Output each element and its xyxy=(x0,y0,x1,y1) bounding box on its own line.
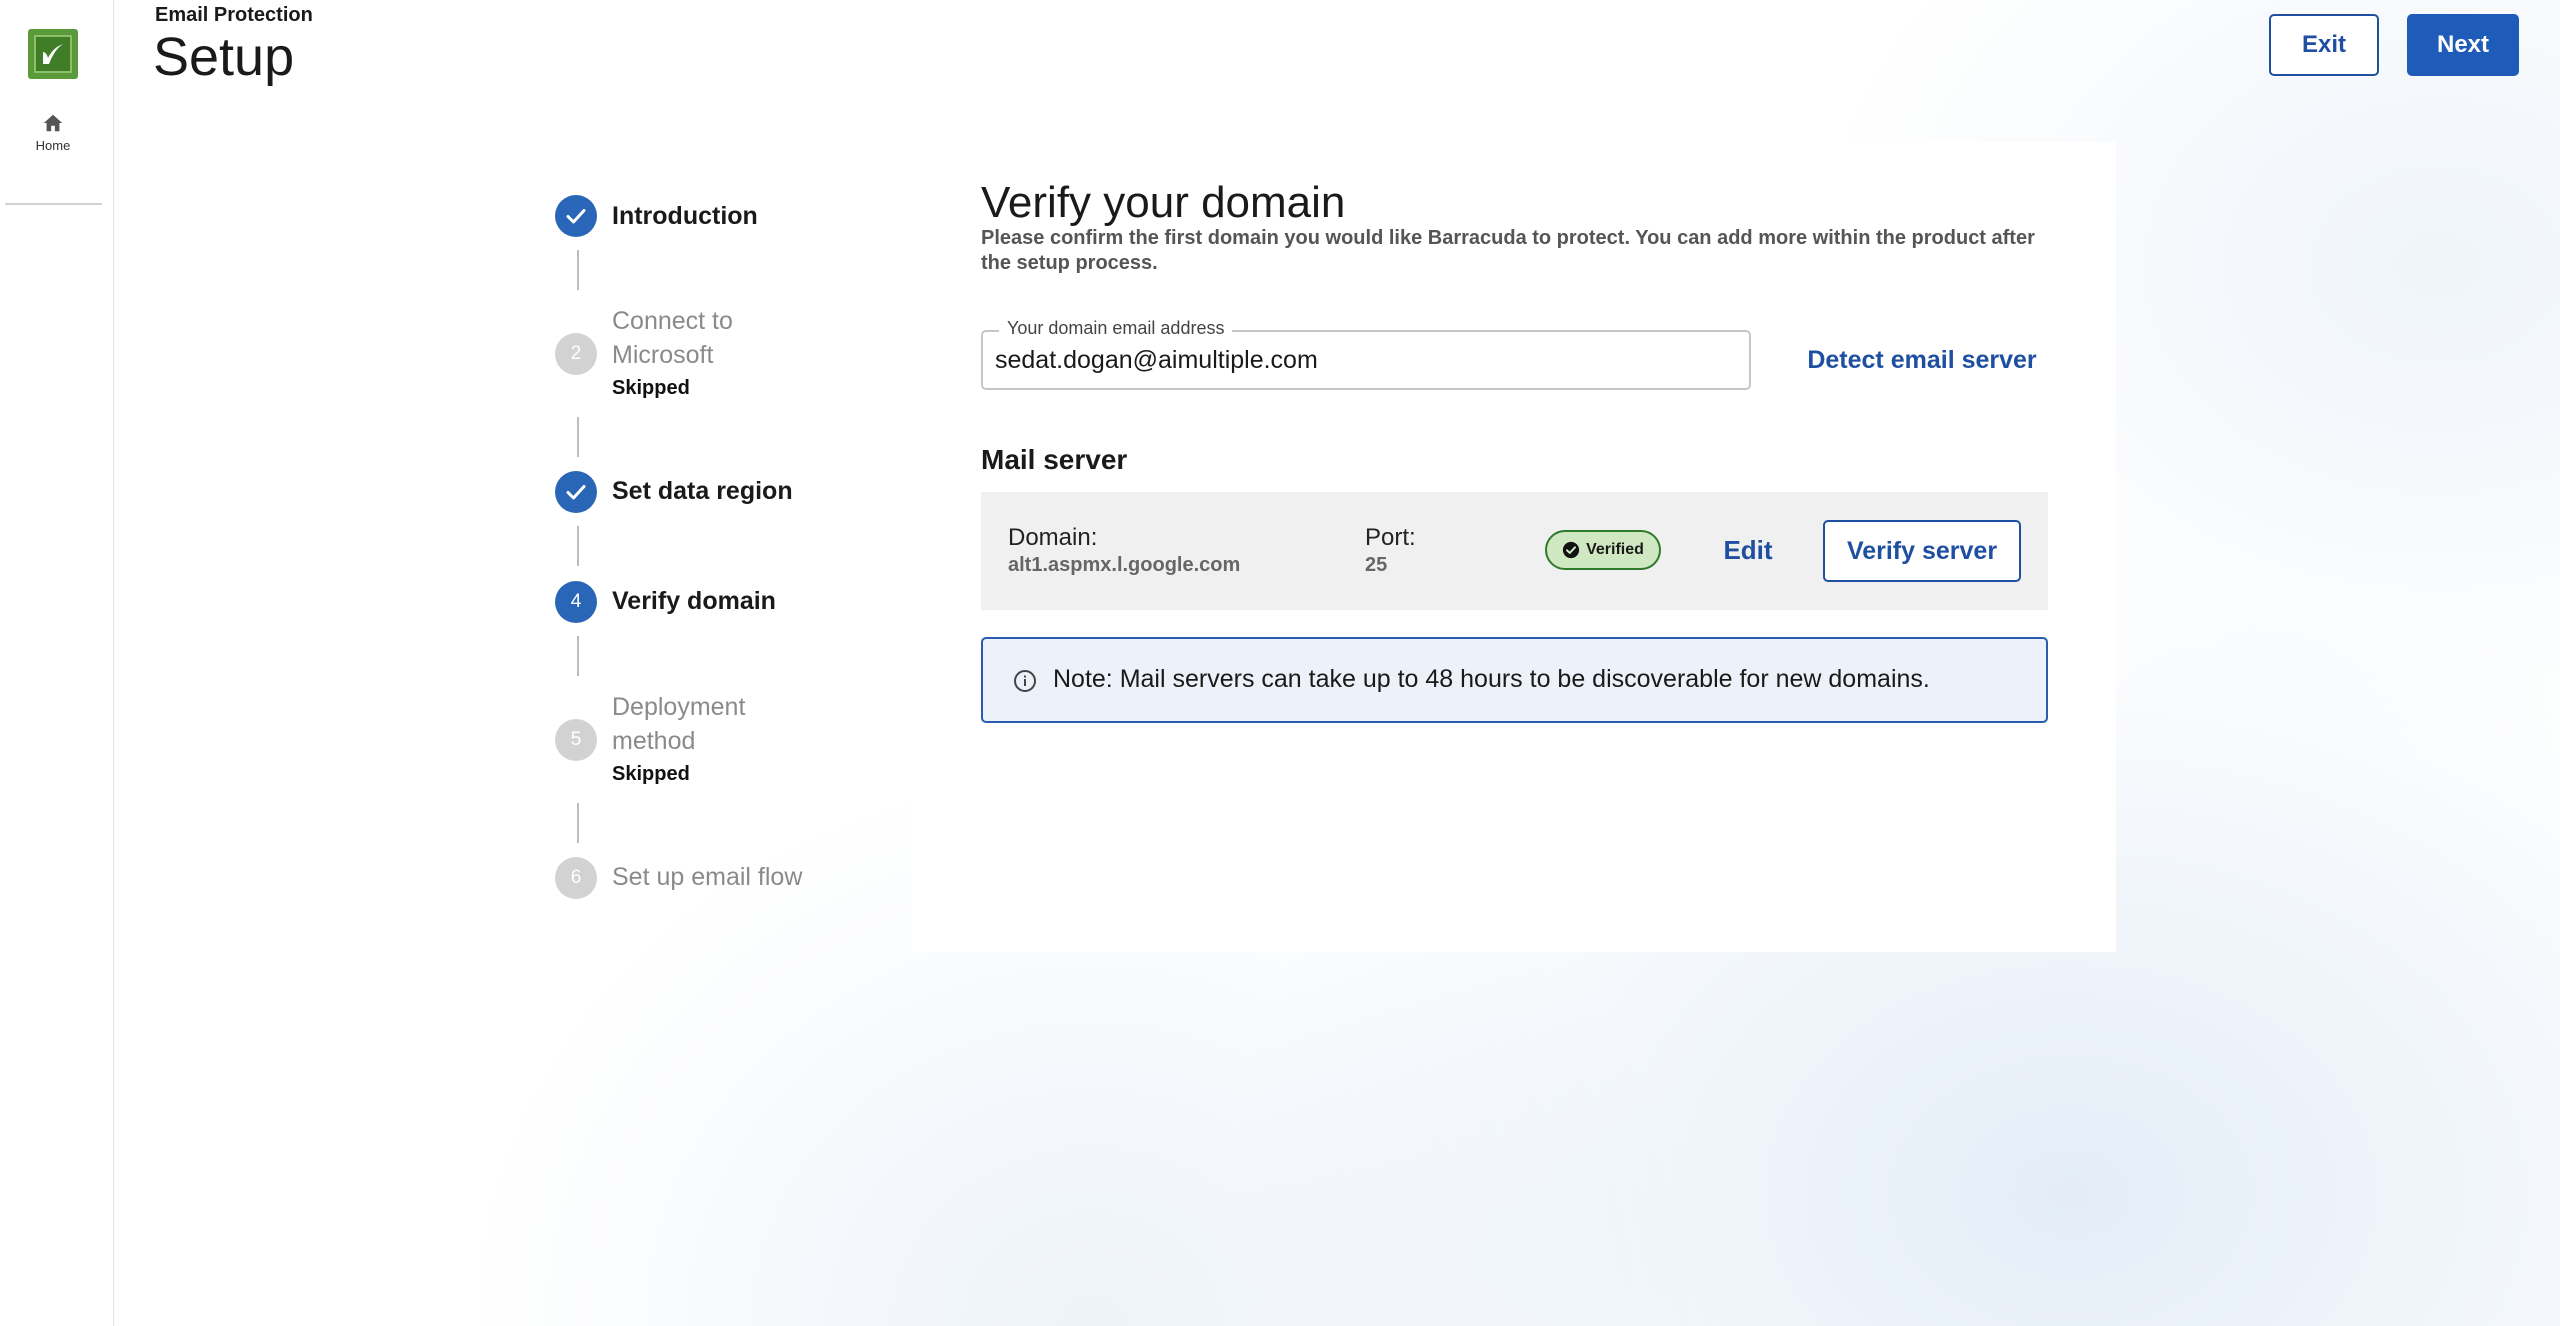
card-description: Please confirm the first domain you woul… xyxy=(981,227,2035,274)
step-connector xyxy=(577,250,579,290)
step-5-status: Skipped xyxy=(612,763,690,785)
sidebar-divider xyxy=(5,203,102,205)
step-5-label-line2: method xyxy=(612,727,696,755)
domain-value: alt1.aspmx.l.google.com xyxy=(1008,554,1241,576)
step-6-number: 6 xyxy=(555,857,597,899)
exit-button[interactable]: Exit xyxy=(2269,14,2379,76)
mail-server-row: Domain: alt1.aspmx.l.google.com Port: 25… xyxy=(981,492,2048,610)
step-4-label: Verify domain xyxy=(612,587,776,615)
sidebar: Home xyxy=(0,0,114,1326)
home-icon xyxy=(43,114,63,132)
step-5-number: 5 xyxy=(555,719,597,761)
check-circle-icon xyxy=(1562,541,1580,559)
note-banner: Note: Mail servers can take up to 48 hou… xyxy=(981,637,2048,723)
step-6-label: Set up email flow xyxy=(612,863,803,891)
step-2-status: Skipped xyxy=(612,377,690,399)
sidebar-item-home[interactable]: Home xyxy=(10,112,96,153)
note-text: Note: Mail servers can take up to 48 hou… xyxy=(1053,665,1930,693)
step-5-label-line1: Deployment xyxy=(612,693,746,721)
app-subtitle: Email Protection xyxy=(155,4,313,26)
step-1-check-icon xyxy=(555,195,597,237)
verify-domain-card: Verify your domain Please confirm the fi… xyxy=(912,142,2116,952)
detect-email-server-button[interactable]: Detect email server xyxy=(1787,330,2057,390)
sidebar-item-label: Home xyxy=(35,138,71,153)
verified-badge-label: Verified xyxy=(1586,541,1644,558)
step-connector xyxy=(577,636,579,676)
step-1-label: Introduction xyxy=(612,202,758,230)
setup-stepper: Introduction 2 Connect to Microsoft Skip… xyxy=(555,190,875,910)
step-connector xyxy=(577,526,579,566)
step-5-label: Deployment method xyxy=(612,690,745,758)
port-label: Port: xyxy=(1365,524,1416,551)
step-3-label: Set data region xyxy=(612,477,793,505)
card-title: Verify your domain xyxy=(981,178,1346,227)
mail-server-heading: Mail server xyxy=(981,444,1128,475)
domain-email-label: Your domain email address xyxy=(999,318,1233,339)
step-2-label-line2: Microsoft xyxy=(612,341,714,369)
step-4-number: 4 xyxy=(555,581,597,623)
edit-button[interactable]: Edit xyxy=(1703,526,1793,574)
step-2-number: 2 xyxy=(555,333,597,375)
page-title: Setup xyxy=(153,27,295,87)
step-connector xyxy=(577,803,579,843)
info-icon xyxy=(1014,670,1036,692)
logo-mark xyxy=(34,35,72,73)
port-value: 25 xyxy=(1365,554,1388,576)
step-2-label: Connect to Microsoft xyxy=(612,304,733,372)
domain-email-field: Your domain email address xyxy=(981,318,1751,390)
domain-email-input[interactable] xyxy=(995,342,1735,378)
verify-server-button[interactable]: Verify server xyxy=(1823,520,2021,582)
domain-label: Domain: xyxy=(1008,524,1098,551)
step-connector xyxy=(577,417,579,457)
next-button[interactable]: Next xyxy=(2407,14,2519,76)
verified-status-badge: Verified xyxy=(1545,530,1661,570)
step-2-label-line1: Connect to xyxy=(612,307,733,335)
barracuda-logo-icon[interactable] xyxy=(28,29,78,79)
step-3-check-icon xyxy=(555,471,597,513)
